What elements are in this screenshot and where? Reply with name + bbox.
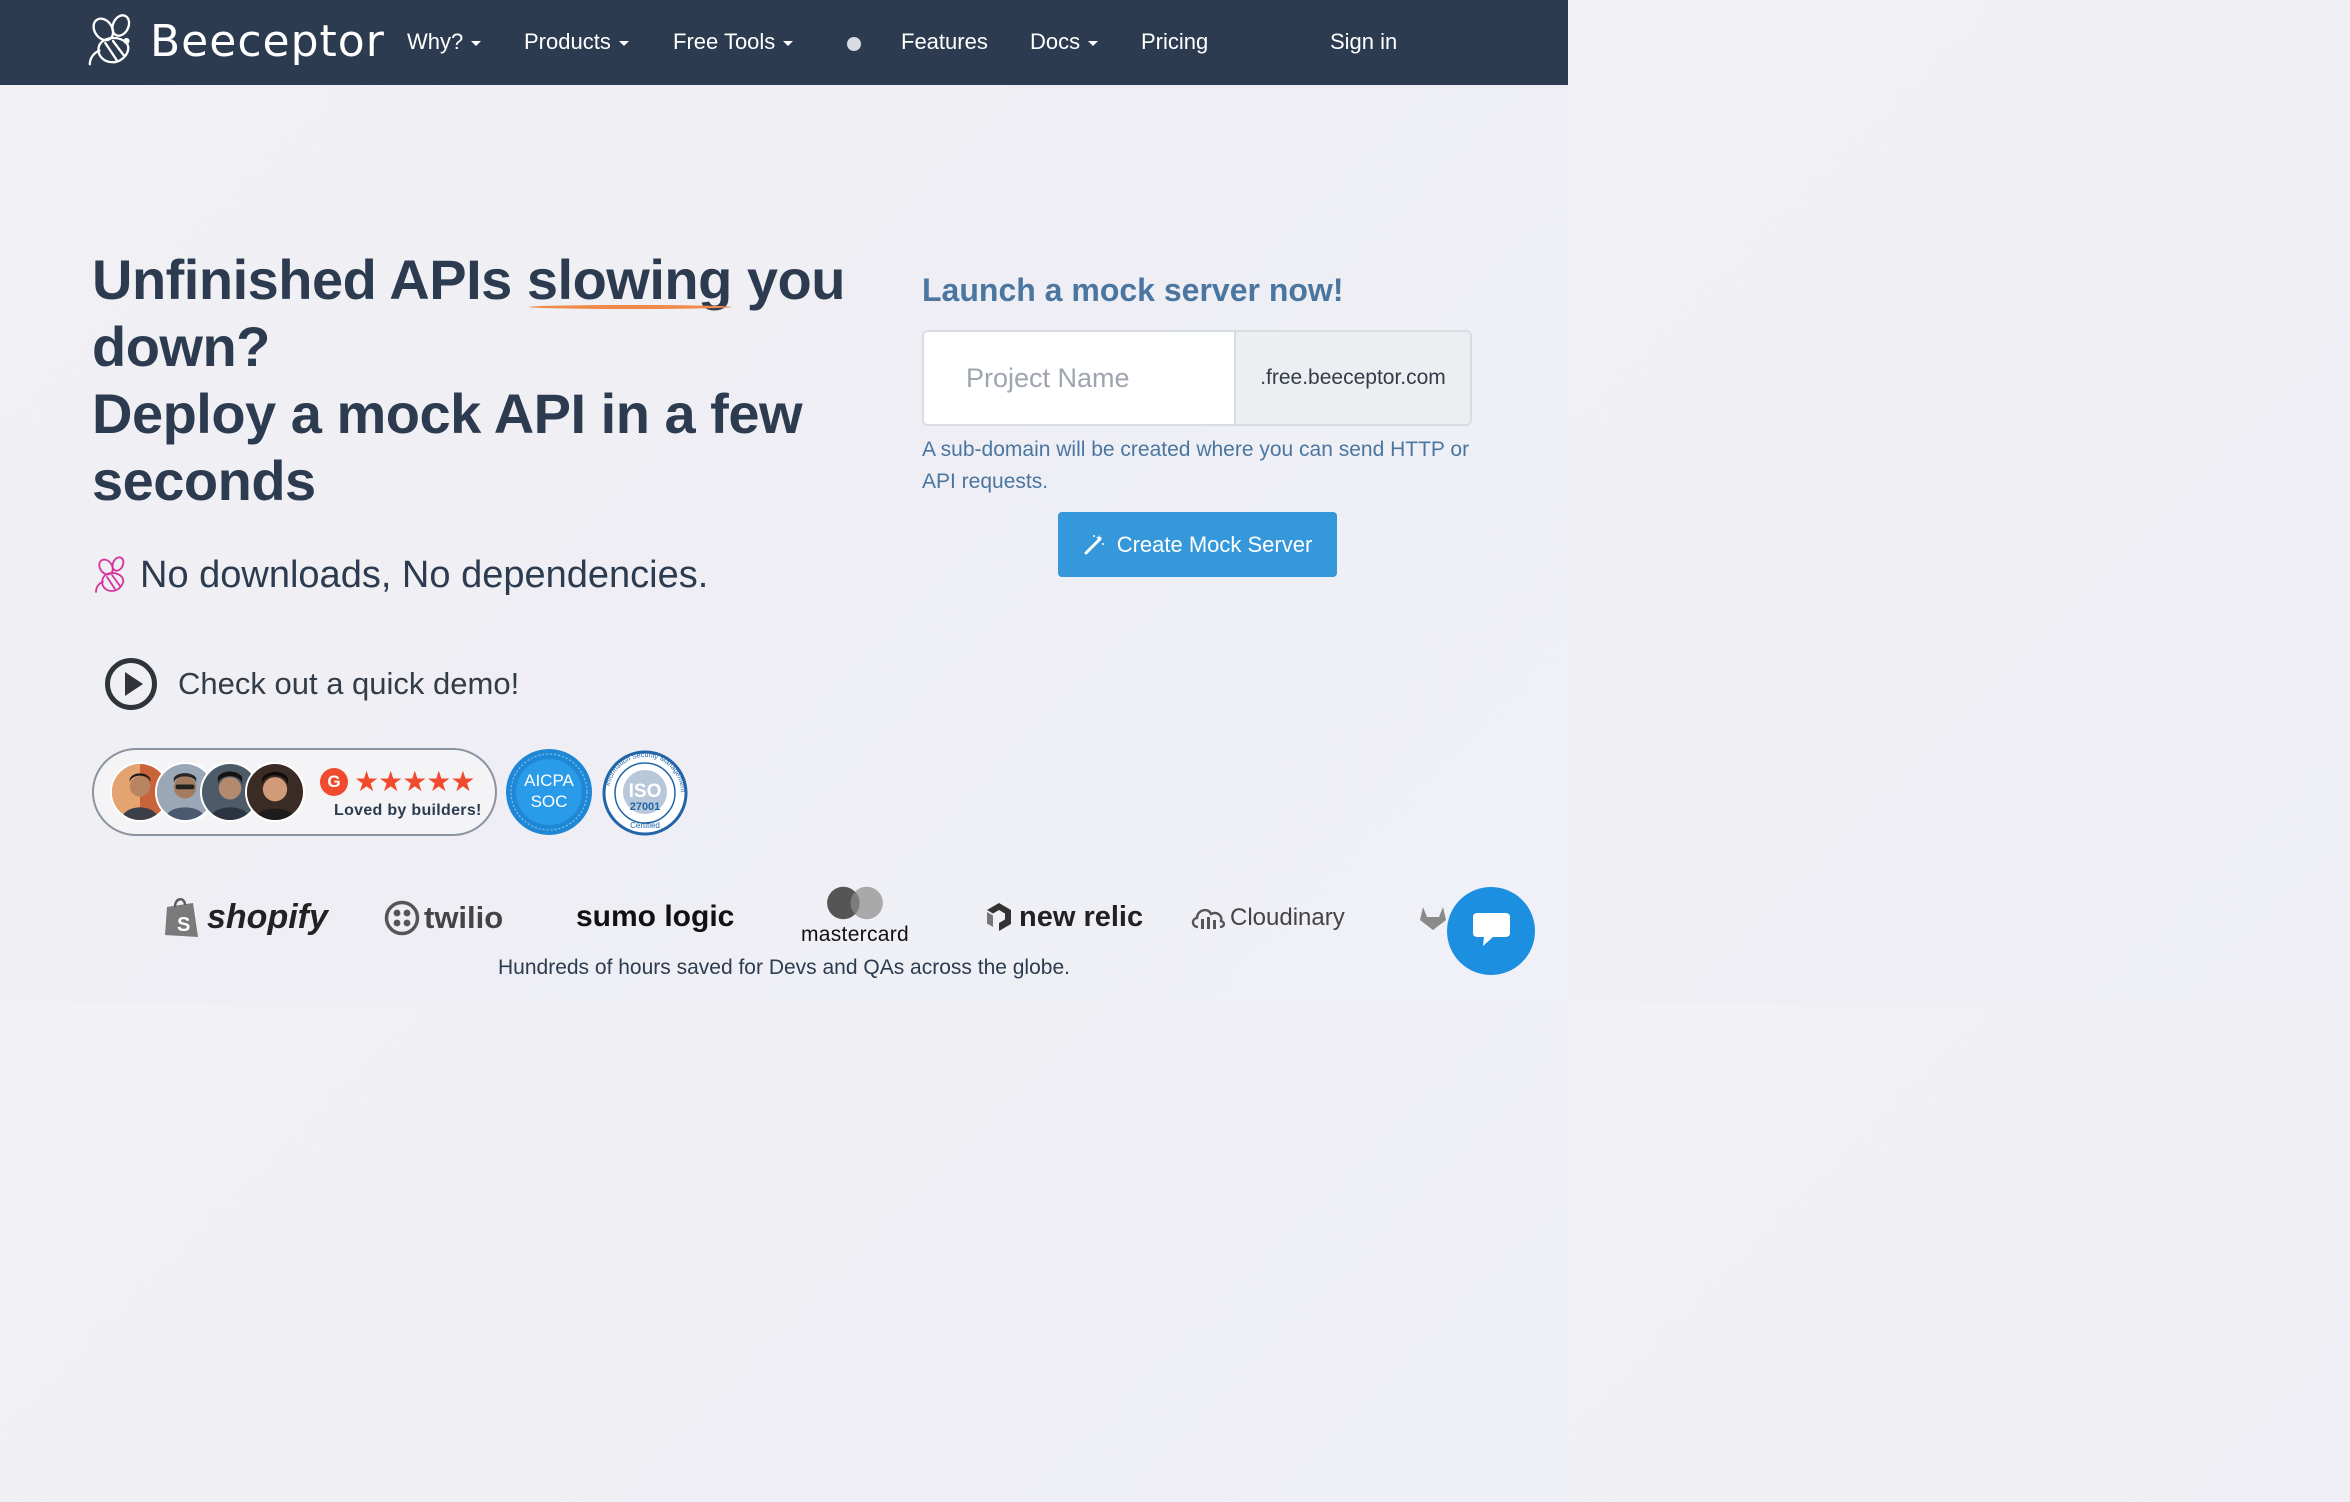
new-relic-wordmark: new relic (1019, 900, 1144, 933)
aicpa-soc-badge-icon[interactable]: AICPA SOC (505, 748, 593, 836)
nav-free-tools-dropdown[interactable]: Free Tools (673, 26, 794, 58)
soc-label: SOC (531, 792, 568, 811)
sign-in-link[interactable]: Sign in (1330, 26, 1397, 58)
nav-free-tools-label: Free Tools (673, 29, 776, 54)
g2-logo-icon: G (320, 768, 348, 796)
five-star-rating-icon: ★★★★★ (354, 766, 476, 797)
new-relic-logo: new relic (985, 898, 1143, 936)
brand-name: Beeceptor (150, 15, 385, 67)
hero-subline: No downloads, No dependencies. (92, 552, 708, 598)
gitlab-logo (1418, 902, 1448, 932)
subdomain-helper-text: A sub-domain will be created where you c… (922, 438, 1470, 493)
top-navbar: Beeceptor Why? Products Free Tools Featu… (0, 0, 1568, 85)
gitlab-fox-icon (1420, 907, 1446, 930)
play-circle-icon (105, 658, 157, 710)
chevron-down-icon (1088, 41, 1099, 46)
nav-why-label: Why? (407, 29, 464, 54)
bee-icon (95, 556, 125, 593)
shopify-wordmark: shopify (207, 897, 328, 936)
brand-home-link[interactable]: Beeceptor (84, 10, 385, 72)
project-name-input-group: .free.beeceptor.com (922, 330, 1472, 426)
iso-label: ISO (629, 781, 662, 802)
iso-27001-badge-icon[interactable]: Information Security Management ISO 2700… (602, 750, 688, 836)
avatar (245, 762, 305, 822)
svg-text:S: S (177, 914, 190, 936)
nav-pricing-link[interactable]: Pricing (1141, 26, 1208, 58)
quick-demo-link[interactable]: Check out a quick demo! (104, 656, 519, 712)
cloudinary-logo: Cloudinary (1190, 900, 1345, 936)
cloudinary-wordmark: Cloudinary (1230, 904, 1345, 931)
hero-title-emphasis: slowing (526, 248, 732, 311)
new-relic-icon (987, 903, 1011, 931)
customers-tagline: Hundreds of hours saved for Devs and QAs… (498, 956, 1070, 979)
nav-products-dropdown[interactable]: Products (524, 26, 629, 58)
bee-logo-icon (88, 14, 131, 66)
shopify-logo: S shopify (163, 894, 328, 940)
create-mock-server-label: Create Mock Server (1116, 531, 1313, 557)
sumo-logic-wordmark: sumo logic (576, 900, 735, 933)
iso-certified: Certified (630, 821, 660, 830)
nav-features-label: Features (901, 29, 988, 54)
magic-wand-icon (1084, 534, 1104, 554)
hero-title-part1: Unfinished APIs (92, 248, 527, 311)
subline-text: No downloads, No dependencies. (140, 553, 709, 596)
nav-docs-label: Docs (1030, 29, 1081, 54)
mastercard-wordmark: mastercard (800, 923, 910, 946)
loved-by-builders-text: Loved by builders! (334, 802, 482, 819)
launch-mock-server-heading: Launch a mock server now! (922, 272, 1344, 308)
nav-pricing-label: Pricing (1141, 29, 1209, 54)
chat-bubble-icon (1473, 913, 1510, 946)
hero-title-line2: Deploy a mock API in a few seconds (92, 382, 803, 512)
twilio-logo: twilio (384, 898, 503, 938)
g2-rating: G ★★★★★ (320, 766, 476, 797)
cloudinary-cloud-icon (1191, 908, 1226, 929)
nav-products-label: Products (524, 29, 611, 54)
mastercard-logo: mastercard (792, 885, 918, 947)
nav-features-link[interactable]: Features (901, 26, 988, 58)
aicpa-label: AICPA (524, 771, 574, 790)
twilio-wordmark: twilio (424, 900, 504, 935)
iso-number: 27001 (630, 801, 661, 813)
domain-suffix: .free.beeceptor.com (1234, 332, 1470, 424)
quick-demo-label: Check out a quick demo! (178, 666, 520, 701)
twilio-icon (384, 900, 420, 936)
live-chat-button[interactable] (1447, 887, 1535, 975)
create-mock-server-button[interactable]: Create Mock Server (1058, 512, 1337, 577)
chevron-down-icon (618, 41, 629, 46)
status-dot-icon (847, 37, 861, 51)
project-name-input[interactable] (924, 332, 1234, 424)
sumo-logic-logo: sumo logic (576, 898, 734, 936)
g2-rating-pill[interactable]: G ★★★★★ Loved by builders! (92, 748, 497, 836)
hero-headline: Unfinished APIs slowing you down? Deploy… (92, 246, 852, 514)
chevron-down-icon (471, 41, 482, 46)
mastercard-circles-icon (827, 886, 883, 920)
sign-in-label: Sign in (1330, 29, 1398, 54)
shopify-bag-icon: S (165, 898, 198, 937)
chevron-down-icon (783, 41, 794, 46)
nav-docs-dropdown[interactable]: Docs (1030, 26, 1099, 58)
nav-why-dropdown[interactable]: Why? (407, 26, 482, 58)
